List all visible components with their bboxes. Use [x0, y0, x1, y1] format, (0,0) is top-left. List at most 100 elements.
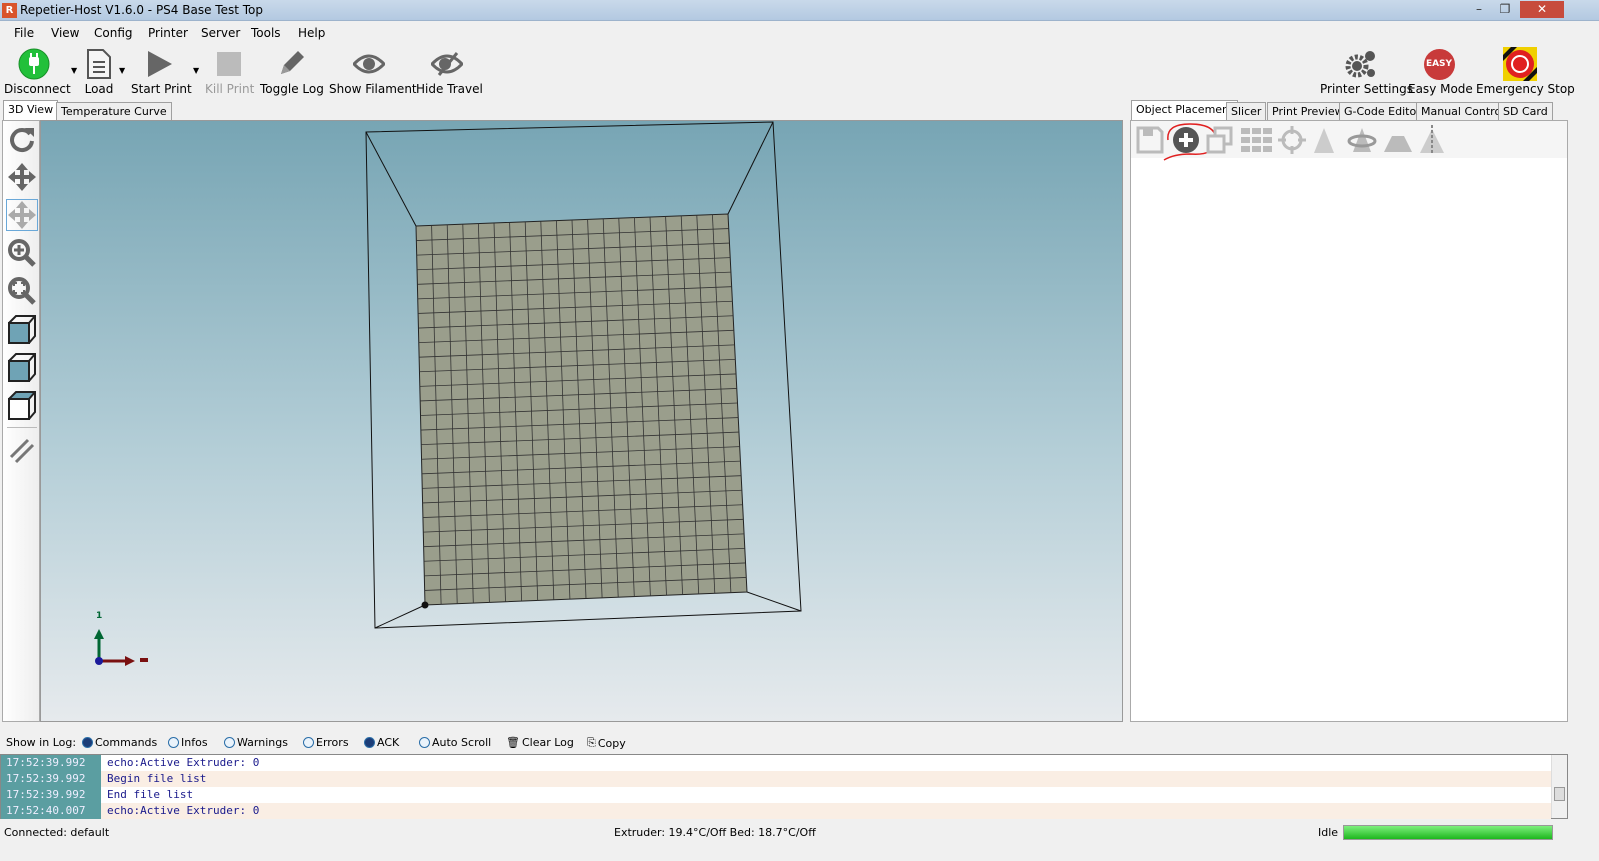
- tab-sd-card[interactable]: SD Card: [1498, 102, 1553, 121]
- menu-config[interactable]: Config: [94, 26, 133, 40]
- build-volume-edge: [365, 131, 417, 227]
- build-volume-edge: [374, 604, 426, 629]
- menu-file[interactable]: File: [14, 26, 34, 40]
- toggle-log-button[interactable]: Toggle Log: [260, 46, 324, 96]
- filter-infos[interactable]: Infos: [168, 736, 208, 749]
- log-list[interactable]: 17:52:39.992 echo:Active Extruder: 0 17:5…: [0, 754, 1568, 819]
- menu-help[interactable]: Help: [298, 26, 325, 40]
- rotate-object-button[interactable]: [1346, 124, 1378, 156]
- grid-icon: [1241, 128, 1272, 152]
- autoposition-button[interactable]: [1240, 124, 1272, 156]
- print-bed-scene: [94, 121, 802, 666]
- build-volume-edge: [746, 591, 802, 612]
- log-row: 17:52:39.992 End file list: [1, 787, 1551, 803]
- menu-printer[interactable]: Printer: [148, 26, 188, 40]
- eye-icon: [353, 54, 385, 74]
- app-icon: R: [2, 3, 17, 18]
- rotate-icon: [10, 128, 34, 153]
- menu-server[interactable]: Server: [201, 26, 240, 40]
- parallel-projection-button[interactable]: [6, 435, 38, 467]
- log-row: 17:52:39.992 Begin file list: [1, 771, 1551, 787]
- front-view-button[interactable]: [6, 351, 38, 383]
- play-icon: [148, 51, 172, 77]
- hide-travel-button[interactable]: Hide Travel: [416, 46, 483, 96]
- progress-bar: [1343, 825, 1553, 840]
- show-in-log-label: Show in Log:: [6, 736, 77, 749]
- move-object-button[interactable]: [6, 199, 38, 231]
- printer-settings-button[interactable]: Printer Settings: [1320, 46, 1413, 96]
- radio-icon: [364, 737, 375, 748]
- build-volume-edge: [727, 121, 774, 215]
- tab-object-placement[interactable]: Object Placement: [1131, 100, 1239, 121]
- menu-view[interactable]: View: [51, 26, 79, 40]
- cube-top-icon: [8, 391, 36, 420]
- tab-manual-control[interactable]: Manual Control: [1416, 102, 1510, 121]
- log-scrollbar[interactable]: [1551, 755, 1567, 818]
- radio-icon: [419, 737, 430, 748]
- show-filament-button[interactable]: Show Filament: [329, 46, 417, 96]
- tab-slicer[interactable]: Slicer: [1226, 102, 1267, 121]
- printer-state: Idle: [1318, 826, 1339, 839]
- kill-print-button[interactable]: Kill Print: [205, 46, 254, 96]
- move-object-icon: [8, 201, 36, 229]
- zoom-in-button[interactable]: [6, 237, 38, 269]
- emergency-stop-icon: [1503, 47, 1537, 81]
- maximize-button[interactable]: ❐: [1492, 1, 1518, 18]
- auto-scroll-toggle[interactable]: Auto Scroll: [419, 736, 491, 749]
- object-placement-panel: [1130, 120, 1568, 722]
- tab-temperature-curve[interactable]: Temperature Curve: [56, 102, 172, 121]
- filter-errors[interactable]: Errors: [303, 736, 349, 749]
- x-axis-arrow: [125, 656, 135, 666]
- stop-icon: [217, 52, 241, 76]
- start-print-button[interactable]: Start Print: [131, 46, 192, 96]
- radio-icon: [303, 737, 314, 748]
- copy-log-button[interactable]: ⎘ Copy: [587, 736, 626, 750]
- x-axis-label: [140, 658, 148, 662]
- radio-icon: [224, 737, 235, 748]
- filter-ack[interactable]: ACK: [364, 736, 399, 749]
- filter-commands[interactable]: Commands: [82, 736, 157, 749]
- menu-tools[interactable]: Tools: [251, 26, 281, 40]
- scale-object-button[interactable]: [1308, 124, 1340, 156]
- mirror-icon: [1420, 125, 1444, 155]
- mirror-object-button[interactable]: [1416, 124, 1448, 156]
- minimize-button[interactable]: –: [1466, 1, 1492, 18]
- copy-icon: ⎘: [587, 736, 596, 749]
- eye-slash-icon: [431, 52, 463, 76]
- emergency-stop-button[interactable]: Emergency Stop: [1476, 46, 1575, 96]
- gears-icon: [1345, 51, 1375, 78]
- plug-icon: [18, 48, 50, 80]
- filter-warnings[interactable]: Warnings: [224, 736, 288, 749]
- tab-3d-view[interactable]: 3D View: [3, 100, 59, 121]
- status-bar: Connected: default Extruder: 19.4°C/Off …: [0, 823, 1568, 844]
- center-object-button[interactable]: [1276, 124, 1308, 156]
- 3d-view-canvas[interactable]: 1: [40, 120, 1123, 722]
- load-dropdown[interactable]: ▼: [119, 66, 125, 75]
- clear-log-button[interactable]: 🗑 Clear Log: [506, 736, 574, 749]
- divider: [7, 427, 37, 428]
- iso-view-button[interactable]: [6, 313, 38, 345]
- copy-object-button[interactable]: [1204, 124, 1236, 156]
- copy-objects-icon: [1206, 126, 1233, 154]
- start-print-dropdown[interactable]: ▼: [193, 66, 199, 75]
- load-button[interactable]: Load: [82, 46, 116, 96]
- trapezoid-icon: [1384, 136, 1412, 152]
- zoom-fit-button[interactable]: [6, 275, 38, 307]
- cut-object-button[interactable]: [1382, 124, 1414, 156]
- log-row: 17:52:39.992 echo:Active Extruder: 0: [1, 755, 1551, 771]
- log-row: 17:52:40.007 echo:Active Extruder: 0: [1, 803, 1551, 819]
- top-view-button[interactable]: [6, 389, 38, 421]
- tab-gcode-editor[interactable]: G-Code Editor: [1339, 102, 1426, 121]
- disconnect-button[interactable]: Disconnect: [4, 46, 71, 96]
- easy-badge-icon: EASY: [1423, 48, 1455, 80]
- rotate-view-button[interactable]: [6, 123, 38, 155]
- origin-point: [421, 601, 429, 609]
- rotate-object-icon: [1347, 128, 1377, 152]
- close-button[interactable]: ✕: [1520, 1, 1564, 18]
- parallel-lines-icon: [9, 438, 35, 464]
- easy-mode-button[interactable]: EASY Easy Mode: [1408, 46, 1473, 96]
- cone-icon: [1314, 128, 1334, 153]
- tab-print-preview[interactable]: Print Preview: [1267, 102, 1349, 121]
- move-view-button[interactable]: [6, 161, 38, 193]
- disconnect-dropdown[interactable]: ▼: [71, 66, 77, 75]
